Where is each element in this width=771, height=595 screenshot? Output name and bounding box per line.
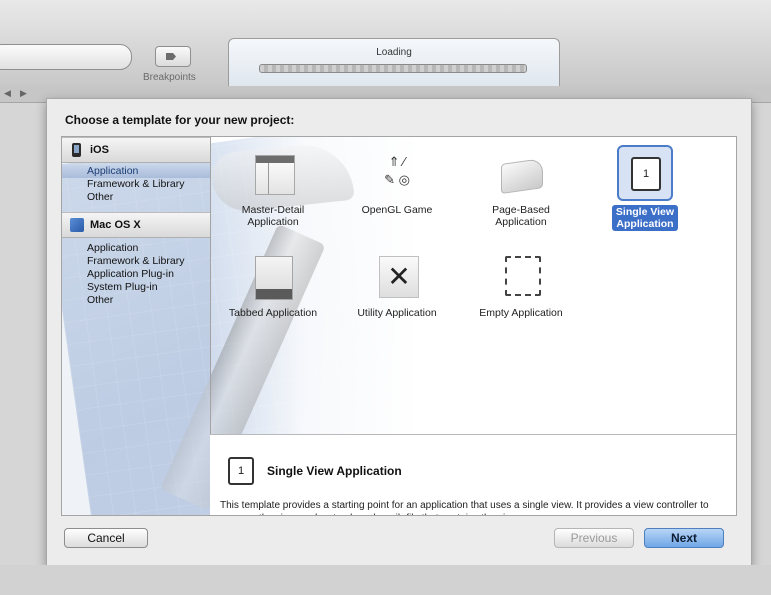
- template-opengl-game[interactable]: ⇑ ⁄ ✎ ◎ OpenGL Game: [337, 147, 457, 217]
- mac-finder-icon: [70, 218, 84, 232]
- opengl-game-icon: ⇑ ⁄ ✎ ◎: [384, 154, 410, 187]
- sheet-title: Choose a template for your new project:: [65, 113, 295, 127]
- new-project-sheet: Choose a template for your new project: …: [46, 98, 752, 566]
- sidebar-item-mac-framework-library[interactable]: Framework & Library: [62, 255, 210, 268]
- activity-status-text: Loading: [376, 47, 412, 58]
- back-arrow-icon[interactable]: ◀: [4, 88, 11, 99]
- template-label: Master-Detail Application: [241, 204, 305, 228]
- tabbed-icon: [255, 256, 293, 300]
- utility-icon: ✕: [379, 256, 419, 298]
- template-label: Single View Application: [611, 205, 679, 231]
- breakpoint-arrow-icon: [166, 53, 176, 60]
- sidebar-section-label: Mac OS X: [90, 219, 141, 231]
- description-title: Single View Application: [267, 464, 402, 478]
- single-view-icon: 1: [228, 457, 254, 485]
- sidebar-item-ios-other[interactable]: Other: [62, 191, 210, 204]
- template-tabbed[interactable]: Tabbed Application: [213, 250, 333, 320]
- breakpoints-label: Breakpoints: [143, 72, 196, 83]
- single-view-icon: 1: [631, 157, 661, 191]
- window-toolbar: Breakpoints Loading: [0, 0, 771, 87]
- loading-progress-bar: [259, 64, 527, 73]
- template-description-panel: 1 Single View Application This template …: [210, 434, 736, 515]
- description-text: This template provides a starting point …: [220, 500, 709, 515]
- master-detail-icon: [255, 155, 295, 195]
- template-page-based[interactable]: Page-Based Application: [461, 147, 581, 229]
- template-empty[interactable]: Empty Application: [461, 250, 581, 320]
- sidebar-item-ios-application[interactable]: Application: [62, 165, 210, 178]
- forward-arrow-icon[interactable]: ▶: [20, 88, 27, 99]
- sidebar-item-mac-application-plugin[interactable]: Application Plug-in: [62, 268, 210, 281]
- template-label: Tabbed Application: [228, 307, 318, 319]
- template-label: Empty Application: [479, 307, 563, 319]
- template-utility[interactable]: ✕ Utility Application: [337, 250, 457, 320]
- sidebar-section-ios: iOS: [62, 137, 210, 163]
- cancel-button[interactable]: Cancel: [64, 528, 148, 548]
- iphone-icon: [72, 143, 81, 157]
- sidebar-item-mac-application[interactable]: Application: [62, 242, 210, 255]
- sidebar-item-ios-framework-library[interactable]: Framework & Library: [62, 178, 210, 191]
- template-label: OpenGL Game: [361, 204, 433, 216]
- breakpoints-button[interactable]: [155, 46, 191, 67]
- sidebar-item-mac-other[interactable]: Other: [62, 294, 210, 307]
- sidebar-item-mac-system-plugin[interactable]: System Plug-in: [62, 281, 210, 294]
- previous-button[interactable]: Previous: [554, 528, 634, 548]
- next-button[interactable]: Next: [644, 528, 724, 548]
- template-master-detail[interactable]: Master-Detail Application: [213, 147, 333, 229]
- template-single-view[interactable]: 1 Single View Application: [585, 145, 705, 231]
- template-chooser: iOS Application Framework & Library Othe…: [61, 136, 737, 516]
- template-label: Utility Application: [357, 307, 437, 319]
- template-label: Page-Based Application: [492, 204, 550, 228]
- window-bottom-area: [0, 565, 771, 595]
- page-based-icon: [501, 158, 543, 194]
- activity-viewer: Loading: [228, 38, 560, 87]
- platform-sidebar: iOS Application Framework & Library Othe…: [62, 137, 211, 515]
- sidebar-section-label: iOS: [90, 144, 109, 156]
- scheme-selector[interactable]: [0, 44, 132, 70]
- empty-icon: [505, 256, 541, 296]
- sidebar-section-mac: Mac OS X: [62, 212, 210, 238]
